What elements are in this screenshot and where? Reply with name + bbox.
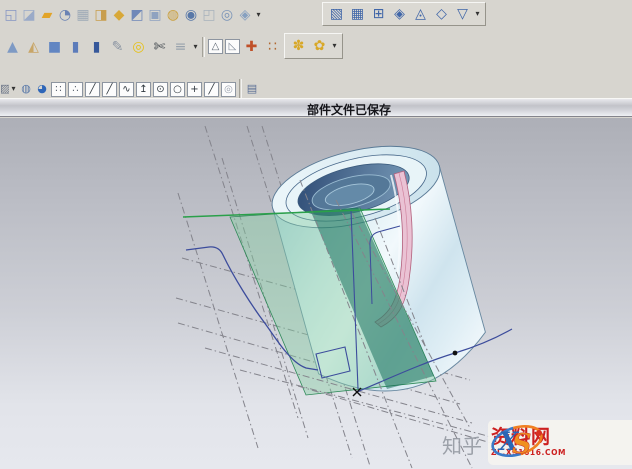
spacer — [239, 79, 242, 99]
revolve-icon[interactable]: ◔ — [56, 4, 74, 26]
snap-intersection-icon[interactable]: + — [187, 81, 202, 97]
sheet-body-icon[interactable]: ≡ — [170, 36, 191, 58]
face-blend-icon[interactable]: ◺ — [225, 39, 240, 54]
model-scene — [175, 125, 513, 469]
surface-overflow-dropdown[interactable]: ▾ — [473, 3, 482, 25]
snap-line-icon[interactable]: ╱ — [85, 81, 100, 97]
pad-icon[interactable]: ▣ — [146, 4, 164, 26]
shaded-view-icon[interactable]: ◕ — [34, 81, 50, 97]
cone-icon[interactable]: ▲ — [2, 36, 23, 58]
through-curves-icon[interactable]: ▦ — [347, 3, 368, 25]
datum-plane-icon[interactable]: ◪ — [20, 4, 38, 26]
groove-icon[interactable]: ◍ — [164, 4, 182, 26]
feature-overflow-dropdown[interactable]: ▾ — [254, 4, 263, 26]
n-sided-surface-icon[interactable]: ◇ — [431, 3, 452, 25]
history-dropdown[interactable]: ▾ — [9, 78, 18, 100]
point-set-icon[interactable]: ✽ — [288, 35, 309, 57]
tube-icon[interactable]: ◨ — [92, 4, 110, 26]
ruled-surface-icon[interactable]: ▧ — [326, 3, 347, 25]
logo-dot — [536, 430, 542, 436]
triangle-mesh-icon[interactable]: △ — [208, 39, 223, 54]
torus-icon[interactable]: ◎ — [128, 36, 149, 58]
gold-overflow-dropdown[interactable]: ▾ — [330, 35, 339, 57]
snap-point-icon[interactable]: ↥ — [136, 81, 151, 97]
thread-icon[interactable]: ◎ — [218, 4, 236, 26]
layer-book-icon[interactable]: ▤ — [244, 81, 260, 97]
watermark-zhihu-label: 知乎 — [442, 434, 482, 458]
shell-icon[interactable]: ◰ — [200, 4, 218, 26]
status-message: 部件文件已保存 — [307, 103, 392, 117]
boss-icon[interactable]: ◆ — [110, 4, 128, 26]
trim-body-icon[interactable]: ✄ — [149, 36, 170, 58]
snap-circle-icon[interactable]: ○ — [170, 81, 185, 97]
thread-pencil-icon[interactable]: ✎ — [107, 36, 128, 58]
snap-center-point-icon[interactable]: ⊙ — [153, 81, 168, 97]
sweep-icon[interactable]: ▦ — [74, 4, 92, 26]
block-icon[interactable]: ■ — [44, 36, 65, 58]
history-partial-icon[interactable]: ▨ — [0, 81, 9, 97]
snap-segment-icon[interactable]: ╱ — [204, 81, 219, 97]
endpoint-dot — [452, 350, 458, 356]
watermark-logo: X S — [491, 425, 543, 460]
quick-pick-icon[interactable]: ◎ — [221, 81, 236, 97]
extrude-icon[interactable]: ▰ — [38, 4, 56, 26]
pocket-icon[interactable]: ◩ — [128, 4, 146, 26]
sketch-icon[interactable]: ◱ — [2, 4, 20, 26]
cylinder-icon[interactable]: ▮ — [65, 36, 86, 58]
surface-toolbar: ▧ ▦ ⊞ ◈ ◬ ◇ ▽ ▾ — [322, 2, 486, 26]
chamfer-icon[interactable]: ◭ — [23, 36, 44, 58]
snap-spline-icon[interactable]: ∿ — [119, 81, 134, 97]
body-overflow-dropdown[interactable]: ▾ — [191, 36, 200, 58]
snap-parallel-line-icon[interactable]: ╱ — [102, 81, 117, 97]
orient-view-icon[interactable]: ◍ — [18, 81, 34, 97]
feature-group-toolbar: ✽ ✿ ▾ — [284, 33, 343, 59]
through-curve-mesh-icon[interactable]: ⊞ — [368, 3, 389, 25]
boolean-unite-icon[interactable]: ◈ — [236, 4, 254, 26]
form-feature-toolbar: ◱ ◪ ▰ ◔ ▦ ◨ ◆ ◩ ▣ ◍ ◉ ◰ ◎ ◈ ▾ — [2, 2, 263, 28]
hole-icon[interactable]: ◉ — [182, 4, 200, 26]
swept-surface-icon[interactable]: ◈ — [389, 3, 410, 25]
cad-application-window: ◱◪▰◔▦◨◆◩▣◍◉◰◎◈▾ ▧▦⊞◈◬◇▽▾ ▲◭■▮▮✎◎✄≡▾△◺✚∷▾… — [0, 0, 632, 469]
group-features-icon[interactable]: ✿ — [309, 35, 330, 57]
snap-point-toolbar: ▨ ▾ ◍ ◕ ∷ ∴ ╱ ╱ ∿ ↥ ⊙ ○ + ╱ ◎ ▤ — [0, 78, 260, 100]
pattern-feature-icon[interactable]: ✚ — [241, 36, 262, 58]
instance-array-icon[interactable]: ∷ — [262, 36, 283, 58]
logo-letter-s: S — [512, 429, 532, 460]
toolbar-area: ◱◪▰◔▦◨◆◩▣◍◉◰◎◈▾ ▧▦⊞◈◬◇▽▾ ▲◭■▮▮✎◎✄≡▾△◺✚∷▾… — [0, 0, 632, 100]
status-bar: 部件文件已保存 — [0, 98, 632, 117]
boss-cylinder-icon[interactable]: ▮ — [86, 36, 107, 58]
feature-operation-toolbar: ▲◭■▮▮✎◎✄≡▾△◺✚∷▾ — [2, 33, 292, 60]
bounded-plane-icon[interactable]: ▽ — [452, 3, 473, 25]
separator — [202, 36, 205, 57]
watermark-panel: X S 资料网 ZL.XS1616.COM — [488, 420, 632, 465]
graphics-viewport[interactable]: 知乎 X S 资料网 ZL.XS1616.COM — [0, 118, 632, 469]
snap-mid-point-icon[interactable]: ∴ — [68, 81, 83, 97]
section-surface-icon[interactable]: ◬ — [410, 3, 431, 25]
snap-end-point-icon[interactable]: ∷ — [51, 81, 66, 97]
